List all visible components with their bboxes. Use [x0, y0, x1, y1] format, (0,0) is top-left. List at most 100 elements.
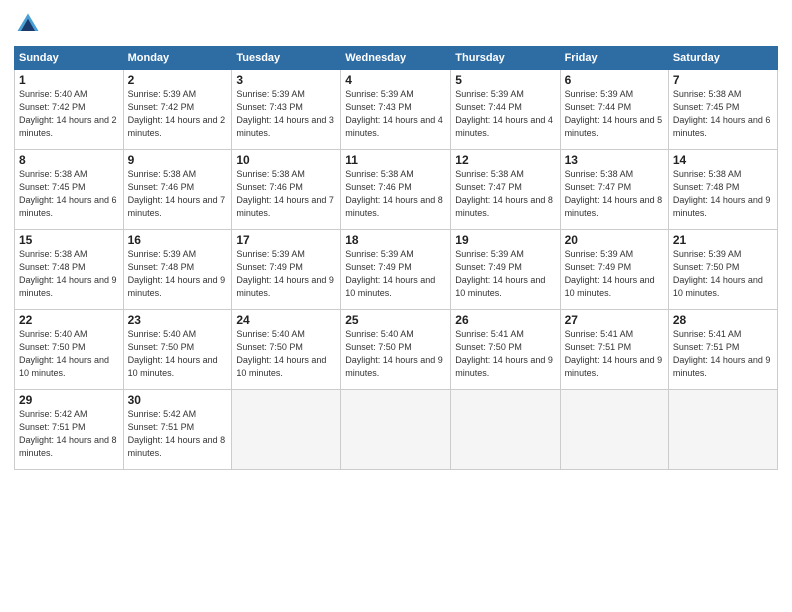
calendar-day-cell: 16Sunrise: 5:39 AMSunset: 7:48 PMDayligh… — [123, 230, 232, 310]
day-info: Sunrise: 5:38 AMSunset: 7:46 PMDaylight:… — [128, 168, 228, 220]
day-info: Sunrise: 5:38 AMSunset: 7:46 PMDaylight:… — [345, 168, 446, 220]
day-info: Sunrise: 5:42 AMSunset: 7:51 PMDaylight:… — [128, 408, 228, 460]
day-info: Sunrise: 5:41 AMSunset: 7:50 PMDaylight:… — [455, 328, 555, 380]
day-number: 10 — [236, 153, 336, 167]
day-number: 2 — [128, 73, 228, 87]
day-number: 15 — [19, 233, 119, 247]
day-info: Sunrise: 5:42 AMSunset: 7:51 PMDaylight:… — [19, 408, 119, 460]
calendar-day-cell — [560, 390, 668, 470]
calendar-week-row: 15Sunrise: 5:38 AMSunset: 7:48 PMDayligh… — [15, 230, 778, 310]
day-info: Sunrise: 5:40 AMSunset: 7:50 PMDaylight:… — [128, 328, 228, 380]
day-info: Sunrise: 5:39 AMSunset: 7:48 PMDaylight:… — [128, 248, 228, 300]
day-number: 14 — [673, 153, 773, 167]
calendar-day-cell: 29Sunrise: 5:42 AMSunset: 7:51 PMDayligh… — [15, 390, 124, 470]
calendar-day-cell: 1Sunrise: 5:40 AMSunset: 7:42 PMDaylight… — [15, 70, 124, 150]
day-number: 16 — [128, 233, 228, 247]
calendar-week-row: 1Sunrise: 5:40 AMSunset: 7:42 PMDaylight… — [15, 70, 778, 150]
day-info: Sunrise: 5:39 AMSunset: 7:42 PMDaylight:… — [128, 88, 228, 140]
day-number: 13 — [565, 153, 664, 167]
calendar-day-cell: 27Sunrise: 5:41 AMSunset: 7:51 PMDayligh… — [560, 310, 668, 390]
logo-icon — [14, 10, 42, 38]
day-info: Sunrise: 5:38 AMSunset: 7:47 PMDaylight:… — [565, 168, 664, 220]
day-info: Sunrise: 5:40 AMSunset: 7:50 PMDaylight:… — [345, 328, 446, 380]
calendar-day-cell: 30Sunrise: 5:42 AMSunset: 7:51 PMDayligh… — [123, 390, 232, 470]
day-info: Sunrise: 5:38 AMSunset: 7:48 PMDaylight:… — [19, 248, 119, 300]
calendar-week-row: 8Sunrise: 5:38 AMSunset: 7:45 PMDaylight… — [15, 150, 778, 230]
weekday-header: Monday — [123, 47, 232, 70]
weekday-header: Sunday — [15, 47, 124, 70]
calendar-day-cell: 19Sunrise: 5:39 AMSunset: 7:49 PMDayligh… — [451, 230, 560, 310]
calendar-day-cell: 3Sunrise: 5:39 AMSunset: 7:43 PMDaylight… — [232, 70, 341, 150]
day-info: Sunrise: 5:41 AMSunset: 7:51 PMDaylight:… — [673, 328, 773, 380]
calendar-day-cell: 12Sunrise: 5:38 AMSunset: 7:47 PMDayligh… — [451, 150, 560, 230]
weekday-header: Friday — [560, 47, 668, 70]
calendar-day-cell — [341, 390, 451, 470]
day-number: 21 — [673, 233, 773, 247]
calendar-day-cell: 6Sunrise: 5:39 AMSunset: 7:44 PMDaylight… — [560, 70, 668, 150]
day-number: 27 — [565, 313, 664, 327]
header — [14, 10, 778, 38]
calendar-day-cell: 4Sunrise: 5:39 AMSunset: 7:43 PMDaylight… — [341, 70, 451, 150]
calendar-day-cell — [232, 390, 341, 470]
day-number: 28 — [673, 313, 773, 327]
calendar-day-cell: 13Sunrise: 5:38 AMSunset: 7:47 PMDayligh… — [560, 150, 668, 230]
day-info: Sunrise: 5:41 AMSunset: 7:51 PMDaylight:… — [565, 328, 664, 380]
day-info: Sunrise: 5:39 AMSunset: 7:49 PMDaylight:… — [236, 248, 336, 300]
day-number: 18 — [345, 233, 446, 247]
calendar-day-cell: 18Sunrise: 5:39 AMSunset: 7:49 PMDayligh… — [341, 230, 451, 310]
calendar-day-cell: 28Sunrise: 5:41 AMSunset: 7:51 PMDayligh… — [668, 310, 777, 390]
day-info: Sunrise: 5:39 AMSunset: 7:43 PMDaylight:… — [236, 88, 336, 140]
calendar-day-cell — [451, 390, 560, 470]
weekday-header: Wednesday — [341, 47, 451, 70]
calendar-day-cell: 10Sunrise: 5:38 AMSunset: 7:46 PMDayligh… — [232, 150, 341, 230]
calendar-day-cell: 17Sunrise: 5:39 AMSunset: 7:49 PMDayligh… — [232, 230, 341, 310]
day-info: Sunrise: 5:38 AMSunset: 7:47 PMDaylight:… — [455, 168, 555, 220]
day-info: Sunrise: 5:39 AMSunset: 7:44 PMDaylight:… — [565, 88, 664, 140]
day-number: 6 — [565, 73, 664, 87]
calendar-day-cell: 23Sunrise: 5:40 AMSunset: 7:50 PMDayligh… — [123, 310, 232, 390]
day-number: 25 — [345, 313, 446, 327]
day-number: 5 — [455, 73, 555, 87]
day-info: Sunrise: 5:40 AMSunset: 7:50 PMDaylight:… — [19, 328, 119, 380]
day-number: 1 — [19, 73, 119, 87]
day-number: 3 — [236, 73, 336, 87]
day-info: Sunrise: 5:39 AMSunset: 7:50 PMDaylight:… — [673, 248, 773, 300]
day-number: 30 — [128, 393, 228, 407]
day-info: Sunrise: 5:39 AMSunset: 7:49 PMDaylight:… — [345, 248, 446, 300]
day-info: Sunrise: 5:40 AMSunset: 7:42 PMDaylight:… — [19, 88, 119, 140]
weekday-header: Thursday — [451, 47, 560, 70]
calendar-day-cell: 8Sunrise: 5:38 AMSunset: 7:45 PMDaylight… — [15, 150, 124, 230]
day-number: 11 — [345, 153, 446, 167]
page: SundayMondayTuesdayWednesdayThursdayFrid… — [0, 0, 792, 612]
calendar-day-cell: 9Sunrise: 5:38 AMSunset: 7:46 PMDaylight… — [123, 150, 232, 230]
calendar-day-cell: 5Sunrise: 5:39 AMSunset: 7:44 PMDaylight… — [451, 70, 560, 150]
day-number: 20 — [565, 233, 664, 247]
calendar-day-cell: 22Sunrise: 5:40 AMSunset: 7:50 PMDayligh… — [15, 310, 124, 390]
day-number: 12 — [455, 153, 555, 167]
calendar-day-cell — [668, 390, 777, 470]
day-info: Sunrise: 5:38 AMSunset: 7:45 PMDaylight:… — [19, 168, 119, 220]
day-info: Sunrise: 5:39 AMSunset: 7:43 PMDaylight:… — [345, 88, 446, 140]
day-number: 8 — [19, 153, 119, 167]
day-info: Sunrise: 5:38 AMSunset: 7:46 PMDaylight:… — [236, 168, 336, 220]
day-number: 29 — [19, 393, 119, 407]
weekday-header: Saturday — [668, 47, 777, 70]
calendar-table: SundayMondayTuesdayWednesdayThursdayFrid… — [14, 46, 778, 470]
day-number: 24 — [236, 313, 336, 327]
day-info: Sunrise: 5:39 AMSunset: 7:44 PMDaylight:… — [455, 88, 555, 140]
weekday-header: Tuesday — [232, 47, 341, 70]
calendar-day-cell: 7Sunrise: 5:38 AMSunset: 7:45 PMDaylight… — [668, 70, 777, 150]
day-number: 9 — [128, 153, 228, 167]
calendar-day-cell: 25Sunrise: 5:40 AMSunset: 7:50 PMDayligh… — [341, 310, 451, 390]
calendar-day-cell: 20Sunrise: 5:39 AMSunset: 7:49 PMDayligh… — [560, 230, 668, 310]
calendar-week-row: 22Sunrise: 5:40 AMSunset: 7:50 PMDayligh… — [15, 310, 778, 390]
day-info: Sunrise: 5:38 AMSunset: 7:45 PMDaylight:… — [673, 88, 773, 140]
day-info: Sunrise: 5:38 AMSunset: 7:48 PMDaylight:… — [673, 168, 773, 220]
day-info: Sunrise: 5:40 AMSunset: 7:50 PMDaylight:… — [236, 328, 336, 380]
calendar-day-cell: 2Sunrise: 5:39 AMSunset: 7:42 PMDaylight… — [123, 70, 232, 150]
day-number: 22 — [19, 313, 119, 327]
calendar-day-cell: 24Sunrise: 5:40 AMSunset: 7:50 PMDayligh… — [232, 310, 341, 390]
day-number: 4 — [345, 73, 446, 87]
day-number: 19 — [455, 233, 555, 247]
day-number: 7 — [673, 73, 773, 87]
